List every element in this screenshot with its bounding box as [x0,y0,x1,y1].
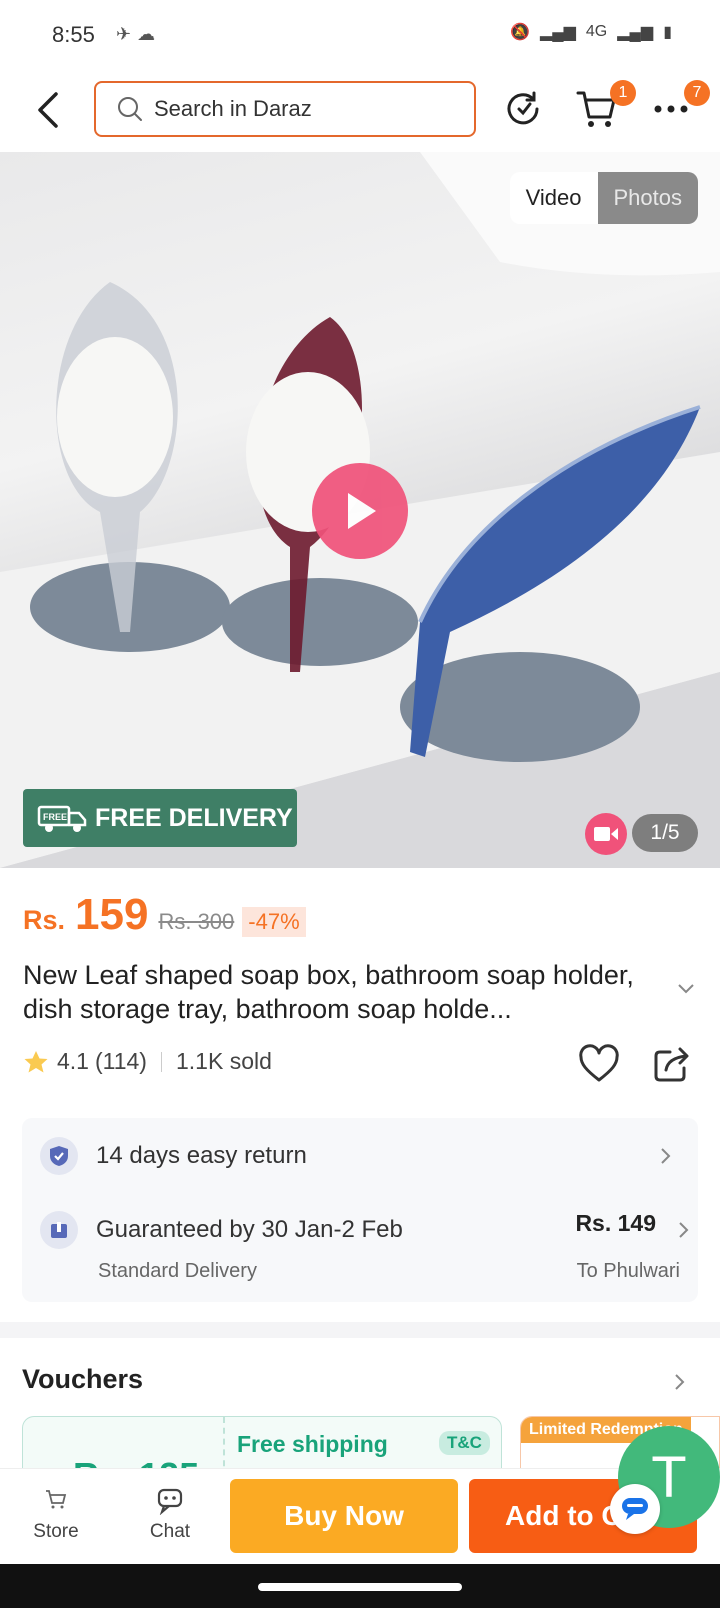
chevron-down-icon [678,984,694,994]
play-button[interactable] [312,463,408,559]
video-tab[interactable]: Video [509,172,598,224]
wishlist-button[interactable] [578,1044,620,1089]
floating-chat-button[interactable] [610,1484,660,1534]
chevron-right-icon[interactable] [672,1372,686,1392]
chevron-right-icon [679,1222,689,1238]
signal-icon-2: ▂▄▆ [617,24,654,41]
buy-now-button[interactable]: Buy Now [230,1479,458,1553]
heart-icon [579,1044,619,1082]
voucher-card[interactable]: Rs. 125 Free shipping T&C [22,1416,502,1476]
network-type: 4G [585,23,608,40]
media-toggle: Video Photos [509,172,698,224]
search-input[interactable] [154,96,454,122]
video-indicator[interactable] [585,813,627,855]
battery-icon: ▮ [663,24,672,41]
history-button[interactable] [500,86,546,132]
home-gesture-pill[interactable] [258,1583,462,1591]
play-icon [348,493,376,529]
shield-check-icon [40,1137,78,1175]
voucher-tc[interactable]: T&C [439,1431,490,1455]
cart-badge: 1 [610,80,636,106]
delivery-truck-icon: FREE [37,805,87,832]
history-icon [507,91,539,125]
store-button[interactable]: Store [20,1477,92,1543]
cart-button[interactable]: 1 [574,80,636,132]
back-button[interactable] [30,88,70,132]
star-icon [24,1050,48,1072]
divider [160,1051,162,1072]
chat-button[interactable]: Chat [134,1477,206,1543]
more-button[interactable]: 7 [648,80,710,132]
price-value: 159 [75,890,149,939]
chevron-right-icon [661,1148,671,1164]
delivery-price: Rs. 149 [575,1210,656,1236]
return-policy-row[interactable]: 14 days easy return [40,1136,680,1176]
price-row: Rs. 159 Rs. 300 -47% [23,890,306,940]
rating-row[interactable]: 4.1 (114) 1.1K sold [23,1048,272,1075]
video-camera-icon [594,827,618,841]
image-counter: 1/5 [632,814,698,852]
delivery-text: Guaranteed by 30 Jan-2 Feb [96,1216,403,1243]
status-right-icons: 🔕 ▂▄▆ 4G ▂▄▆ ▮ [510,22,672,42]
sold-count: 1.1K sold [175,1048,272,1074]
discount-badge: -47% [242,907,306,937]
notification-icons: ✈☁ [116,24,162,44]
delivery-location: To Phulwari [576,1260,680,1282]
system-nav-bar [0,1564,720,1608]
chat-label: Chat [149,1521,191,1542]
free-delivery-label: FREE DELIVERY [95,803,293,832]
mute-icon: 🔕 [510,24,530,41]
review-count: (114) [94,1048,147,1074]
original-price: Rs. 300 [158,909,235,934]
product-title[interactable]: New Leaf shaped soap box, bathroom soap … [23,958,663,1026]
voucher-label: Free shipping [237,1431,388,1457]
free-delivery-banner: FREE FREE DELIVERY [23,789,297,847]
delivery-type: Standard Delivery [98,1260,257,1282]
price-currency: Rs. [23,905,66,935]
more-badge: 7 [684,80,710,106]
photos-tab[interactable]: Photos [597,172,698,224]
back-arrow-icon [38,92,58,128]
search-box[interactable] [94,81,476,137]
section-divider [0,1322,720,1338]
free-small-label: FREE [43,812,67,822]
delivery-box-icon [40,1211,78,1249]
return-text: 14 days easy return [96,1142,307,1169]
status-time: 8:55 [52,22,95,47]
product-image-gallery[interactable]: Video Photos FREE FREE DELIVERY 1/5 [0,152,720,868]
rating-value: 4.1 [57,1048,89,1074]
vouchers-title: Vouchers [22,1364,144,1394]
more-dots-icon [654,105,688,113]
store-icon [20,1477,92,1521]
chat-bubble-icon [622,1498,648,1520]
header: 1 7 [0,70,720,152]
search-icon [118,97,142,121]
chat-bot-icon [134,1477,206,1521]
store-label: Store [33,1521,79,1542]
share-icon [654,1047,689,1082]
signal-icon: ▂▄▆ [539,24,576,41]
status-bar: 8:55 ✈☁ 🔕 ▂▄▆ 4G ▂▄▆ ▮ [0,0,720,70]
share-button[interactable] [652,1044,692,1089]
title-expand[interactable] [676,982,696,1001]
service-box: 14 days easy return Guaranteed by 30 Jan… [22,1118,698,1302]
